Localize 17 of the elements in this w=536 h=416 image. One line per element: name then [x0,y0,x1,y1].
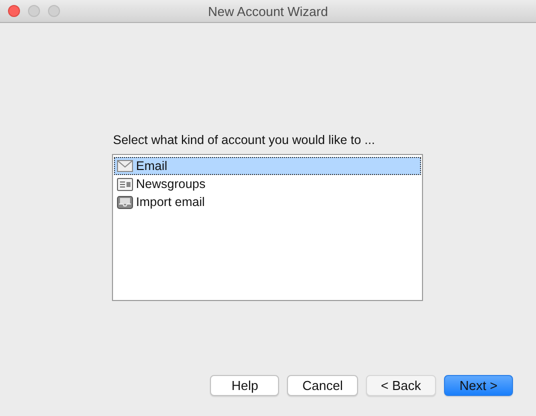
close-button[interactable] [8,5,20,17]
dialog-button[interactable]: Next > [444,375,513,396]
zoom-button[interactable] [48,5,60,17]
inbox-tray-icon [117,196,133,208]
item-label: Email [136,159,168,173]
minimize-button[interactable] [28,5,40,17]
newspaper-icon [117,178,133,190]
account-type-item[interactable]: Import email [114,193,421,211]
item-label: Import email [136,195,205,209]
window-title: New Account Wizard [208,4,328,18]
dialog-button[interactable]: Help [210,375,280,396]
prompt-text: Select what kind of account you would like to ... [113,133,375,147]
item-label: Newsgroups [136,177,206,191]
dialog-button[interactable]: Cancel [287,375,358,396]
envelope-icon [117,160,133,172]
account-type-item[interactable]: Newsgroups [114,175,421,193]
account-type-item[interactable]: Email [114,157,421,175]
